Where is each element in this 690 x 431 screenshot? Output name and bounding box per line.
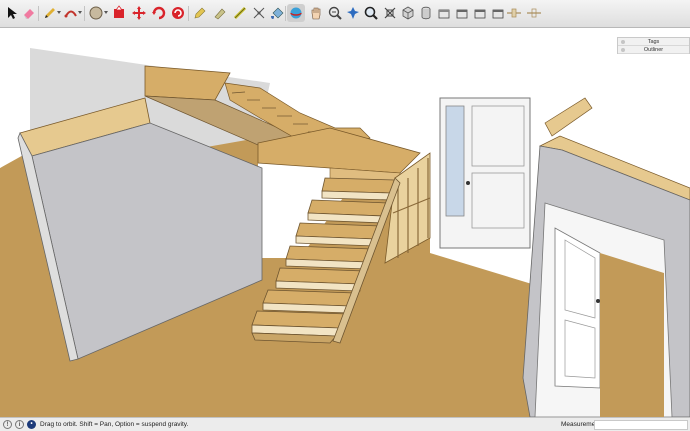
view-front-button[interactable]: [471, 4, 489, 22]
zoom-window-tool-button[interactable]: [381, 4, 399, 22]
geolocation-icon[interactable]: •: [27, 420, 36, 429]
rotate-tool-button[interactable]: [150, 4, 168, 22]
cylinder-icon: [421, 6, 431, 20]
scale-icon: [172, 7, 184, 19]
top-view-icon: [456, 9, 468, 19]
offset-icon: [194, 7, 206, 19]
door-back-right: [439, 97, 531, 249]
position-camera-tool-button[interactable]: [344, 4, 362, 22]
tape-icon: [214, 8, 226, 20]
outliner-label: Outliner: [643, 47, 664, 53]
zoom-window-icon: [384, 7, 396, 19]
section-cuts-button[interactable]: [525, 4, 543, 22]
default-tray: Tags Outliner: [617, 37, 690, 54]
model-viewport[interactable]: [0, 28, 690, 417]
zoom-tool-button[interactable]: [362, 4, 380, 22]
collapse-dot-icon: [621, 48, 625, 52]
front-view-icon: [474, 9, 486, 19]
text-tool-button[interactable]: [250, 4, 268, 22]
status-bar: ! i • Drag to orbit. Shift = Pan, Option…: [0, 417, 690, 431]
section-icon: [507, 8, 521, 18]
orbit-tool-button[interactable]: [287, 4, 305, 22]
tags-label: Tags: [647, 39, 660, 45]
measurements-input[interactable]: [594, 420, 688, 430]
view-iso-button[interactable]: [435, 4, 453, 22]
toolbar: [0, 0, 690, 28]
magnifier-icon: [364, 6, 378, 20]
outliner-panel-header[interactable]: Outliner: [618, 46, 689, 54]
eraser-tool-button[interactable]: [20, 4, 38, 22]
arrow-icon: [8, 7, 17, 19]
walk-icon: [402, 6, 414, 20]
orbit-icon: [290, 7, 302, 19]
tape-measure-tool-button[interactable]: [211, 4, 229, 22]
section-plane-tool-button[interactable]: [417, 4, 435, 22]
circle-tool-button[interactable]: [87, 4, 105, 22]
move-tool-button[interactable]: [130, 4, 148, 22]
staircase-model: [0, 28, 690, 417]
offset-tool-button[interactable]: [191, 4, 209, 22]
view-top-button[interactable]: [453, 4, 471, 22]
pencil-icon: [45, 8, 55, 18]
rotate-icon: [152, 6, 166, 20]
dimension-tool-button[interactable]: [231, 4, 249, 22]
dimension-icon: [233, 6, 247, 20]
paint-tool-button[interactable]: [268, 4, 286, 22]
camera-icon: [347, 7, 359, 19]
walk-tool-button[interactable]: [399, 4, 417, 22]
pan-tool-button[interactable]: [307, 4, 325, 22]
axes-icon: [253, 7, 265, 19]
section-display-button[interactable]: [505, 4, 523, 22]
paint-bucket-icon: [271, 7, 284, 19]
circle-icon: [89, 6, 103, 20]
zoom-extents-icon: [328, 6, 342, 20]
zoom-extents-tool-button[interactable]: [326, 4, 344, 22]
eraser-icon: [24, 9, 34, 19]
tags-panel-header[interactable]: Tags: [618, 38, 689, 46]
box-icon: [438, 9, 450, 19]
section-cut-icon: [527, 8, 541, 18]
arc-icon: [64, 10, 77, 18]
scale-tool-button[interactable]: [169, 4, 187, 22]
right-view-icon: [492, 9, 504, 19]
credits-icon[interactable]: i: [15, 420, 24, 429]
select-tool-button[interactable]: [3, 4, 21, 22]
push-pull-tool-button[interactable]: [110, 4, 128, 22]
right-corner-wall: [522, 97, 690, 417]
info-icon[interactable]: !: [3, 420, 12, 429]
status-message: Drag to orbit. Shift = Pan, Option = sus…: [40, 421, 189, 428]
push-pull-icon: [114, 5, 124, 18]
move-icon: [132, 6, 146, 20]
hand-icon: [311, 7, 321, 20]
collapse-dot-icon: [621, 40, 625, 44]
